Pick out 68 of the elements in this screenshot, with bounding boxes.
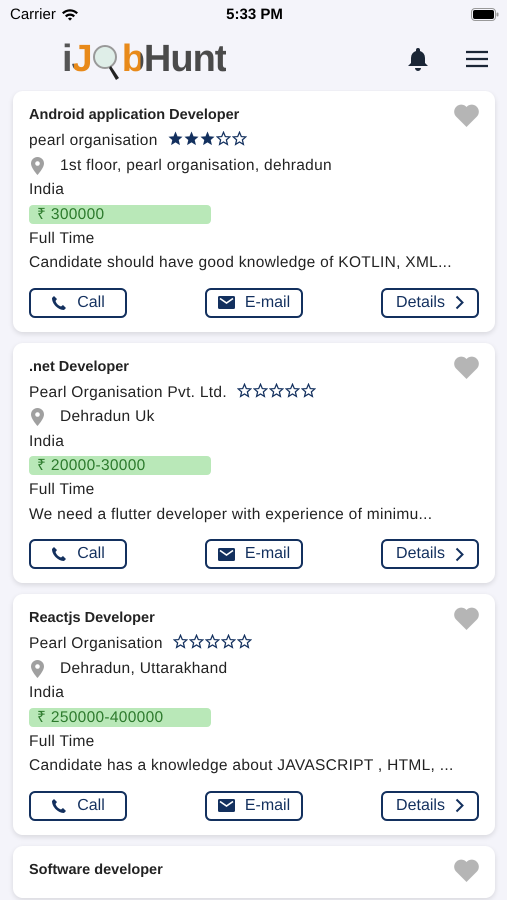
job-description: Candidate has a knowledge about JAVASCRIPT , HTML, ... (29, 756, 455, 776)
job-type-text: Full Time (29, 480, 96, 500)
heart-icon[interactable] (453, 858, 480, 882)
phone-icon (51, 798, 68, 814)
country-text: India (29, 432, 66, 452)
location-pin-icon (31, 156, 44, 175)
battery-icon (471, 8, 499, 20)
star-icon (172, 634, 188, 649)
call-button[interactable]: Call (29, 288, 127, 318)
envelope-icon (218, 548, 235, 560)
address-text: Dehradun, Uttarakhand (60, 658, 228, 678)
details-button[interactable]: Details (381, 288, 479, 318)
email-button[interactable]: E-mail (205, 790, 303, 820)
envelope-icon (218, 799, 235, 812)
star-icon (204, 634, 220, 649)
menu-icon[interactable] (465, 50, 489, 68)
star-icon (284, 382, 300, 398)
star-icon (300, 382, 316, 398)
phone-icon (51, 546, 68, 562)
salary-badge: ₹ 300000 (29, 204, 211, 224)
chevron-icon (454, 295, 464, 310)
bell-icon[interactable] (407, 47, 429, 71)
heart-icon[interactable] (453, 607, 480, 631)
details-button[interactable]: Details (381, 790, 479, 820)
chevron-icon (454, 798, 464, 813)
job-title: .net Developer (29, 358, 129, 376)
email-button[interactable]: E-mail (205, 288, 303, 318)
star-icon (236, 634, 252, 649)
call-button[interactable]: Call (29, 539, 127, 569)
location-pin-icon (31, 408, 44, 426)
star-icon (220, 634, 236, 649)
salary-badge: ₹ 20000-30000 (29, 456, 211, 475)
envelope-icon (218, 296, 235, 309)
details-button[interactable]: Details (381, 539, 479, 569)
wifi-icon (60, 8, 79, 20)
carrier-label: Carrier (10, 6, 56, 22)
job-title: Android application Developer (29, 106, 240, 125)
clock-time: 5:33 PM (225, 6, 284, 22)
job-description: We need a flutter developer with experience of minimu... (29, 504, 434, 524)
salary-badge: ₹ 250000-400000 (29, 708, 211, 726)
star-icon (216, 131, 231, 146)
heart-icon[interactable] (453, 356, 480, 380)
job-type-text: Full Time (29, 228, 96, 248)
star-icon (236, 382, 252, 398)
email-button[interactable]: E-mail (205, 539, 303, 569)
country-text: India (29, 683, 66, 703)
country-text: India (29, 180, 66, 200)
address-text: 1st floor, pearl organisation, dehradun (60, 156, 332, 176)
chevron-icon (454, 546, 464, 562)
star-icon (188, 634, 204, 649)
job-description: Candidate should have good knowledge of KOTLIN, XML... (29, 253, 453, 273)
star-icon (184, 131, 199, 146)
heart-icon[interactable] (453, 104, 480, 128)
company-name: pearl organisation (29, 132, 158, 149)
job-title: Reactjs Developer (29, 609, 155, 628)
phone-icon (51, 294, 68, 310)
job-title: Software developer (29, 860, 163, 880)
star-icon (200, 131, 215, 146)
address-text: Dehradun Uk (60, 407, 155, 427)
star-icon (252, 382, 268, 398)
star-icon (268, 382, 284, 398)
job-type-text: Full Time (29, 732, 96, 752)
location-pin-icon (31, 660, 44, 678)
call-button[interactable]: Call (29, 790, 127, 820)
company-name: Pearl Organisation (29, 635, 163, 652)
star-icon (168, 131, 183, 146)
star-icon (232, 131, 247, 146)
company-name: Pearl Organisation Pvt. Ltd. (29, 384, 227, 400)
